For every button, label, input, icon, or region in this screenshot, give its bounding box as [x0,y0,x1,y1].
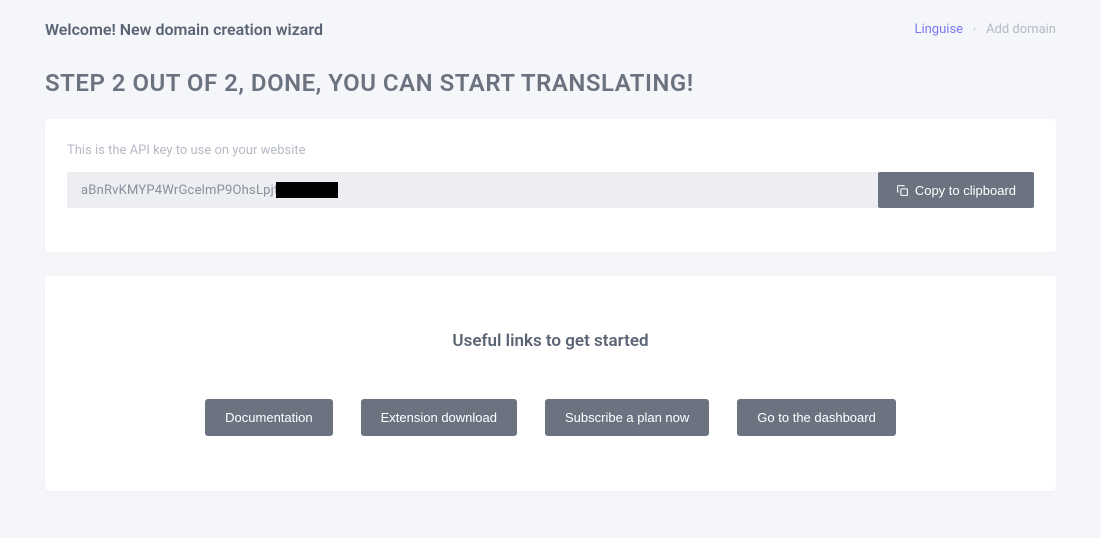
extension-download-button[interactable]: Extension download [361,399,517,436]
api-key-box: aBnRvKMYP4WrGcelmP9OhsLpjt [67,172,878,208]
header-row: Welcome! New domain creation wizard Ling… [45,20,1056,39]
copy-to-clipboard-button[interactable]: Copy to clipboard [878,172,1034,208]
chevron-right-icon: › [973,24,976,35]
step-heading: STEP 2 OUT OF 2, DONE, YOU CAN START TRA… [45,69,1056,97]
documentation-button[interactable]: Documentation [205,399,332,436]
api-key-row: aBnRvKMYP4WrGcelmP9OhsLpjt Copy to clipb… [67,172,1034,208]
breadcrumb-current: Add domain [986,22,1056,37]
breadcrumb-link-linguise[interactable]: Linguise [914,22,963,37]
redacted-block [276,182,338,198]
go-to-dashboard-button[interactable]: Go to the dashboard [737,399,896,436]
copy-button-label: Copy to clipboard [915,183,1016,198]
subscribe-plan-button[interactable]: Subscribe a plan now [545,399,709,436]
useful-links-title: Useful links to get started [67,331,1034,351]
useful-links-card: Useful links to get started Documentatio… [45,276,1056,491]
page-title: Welcome! New domain creation wizard [45,20,323,39]
api-key-label: This is the API key to use on your websi… [67,143,1034,158]
useful-links-row: Documentation Extension download Subscri… [67,399,1034,436]
api-key-card: This is the API key to use on your websi… [45,119,1056,252]
api-key-value: aBnRvKMYP4WrGcelmP9OhsLpjt [81,183,278,198]
copy-icon [896,184,909,197]
breadcrumb: Linguise › Add domain [914,22,1056,37]
